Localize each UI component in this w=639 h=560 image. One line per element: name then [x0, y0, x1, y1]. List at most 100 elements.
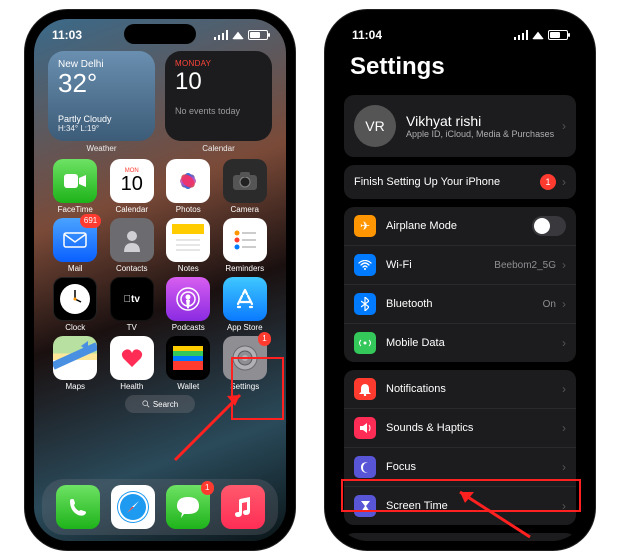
status-time: 11:04: [352, 28, 382, 42]
dock-phone[interactable]: [56, 485, 100, 529]
chevron-right-icon: ›: [562, 258, 566, 272]
app-maps[interactable]: Maps: [48, 336, 103, 391]
dynamic-island: [124, 24, 196, 44]
app-settings[interactable]: 1Settings: [218, 336, 273, 391]
wifi-value: Beebom2_5G: [494, 260, 556, 271]
status-time: 11:03: [52, 28, 82, 42]
profile-row[interactable]: VR Vikhyat rishi Apple ID, iCloud, Media…: [344, 95, 576, 157]
wifi-icon: [232, 31, 244, 39]
messages-badge: 1: [201, 481, 213, 495]
page-title: Settings: [334, 45, 586, 87]
app-appstore[interactable]: App Store: [218, 277, 273, 332]
notes-icon: [166, 218, 210, 262]
mail-badge: 691: [80, 214, 101, 228]
screen-time-icon: [354, 495, 376, 517]
dock: 1: [42, 479, 278, 535]
finish-badge: 1: [540, 174, 556, 190]
settings-badge: 1: [258, 332, 270, 346]
appstore-icon: [223, 277, 267, 321]
search-icon: [142, 400, 150, 408]
app-tv[interactable]: tvTV: [105, 277, 160, 332]
settings-icon: 1: [223, 336, 267, 380]
calendar-date: 10: [175, 68, 262, 96]
row-focus[interactable]: Focus ›: [344, 447, 576, 486]
calendar-widget[interactable]: MONDAY 10 No events today: [165, 51, 272, 141]
wifi-icon: [532, 31, 544, 39]
row-airplane[interactable]: ✈ Airplane Mode: [344, 207, 576, 245]
battery-icon: [548, 30, 568, 40]
podcasts-icon: [166, 277, 210, 321]
chevron-right-icon: ›: [562, 336, 566, 350]
calendar-label: Calendar: [165, 144, 272, 153]
photos-icon: [166, 159, 210, 203]
app-podcasts[interactable]: Podcasts: [161, 277, 216, 332]
app-wallet[interactable]: Wallet: [161, 336, 216, 391]
app-notes[interactable]: Notes: [161, 218, 216, 273]
avatar: VR: [354, 105, 396, 147]
chevron-right-icon: ›: [562, 460, 566, 474]
app-clock[interactable]: Clock: [48, 277, 103, 332]
mail-icon: 691: [53, 218, 97, 262]
dock-music[interactable]: [221, 485, 265, 529]
weather-hilo: H:34° L:19°: [58, 124, 145, 133]
contacts-icon: [110, 218, 154, 262]
tv-icon: tv: [110, 277, 154, 321]
wallet-icon: [166, 336, 210, 380]
bluetooth-icon: [354, 293, 376, 315]
calendar-icon: MON10: [110, 159, 154, 203]
chevron-right-icon: ›: [562, 119, 566, 133]
app-camera[interactable]: Camera: [218, 159, 273, 214]
weather-label: Weather: [48, 144, 155, 153]
search-pill[interactable]: Search: [125, 395, 195, 413]
profile-name: Vikhyat rishi: [406, 113, 562, 129]
dock-messages[interactable]: 1: [166, 485, 210, 529]
profile-sub: Apple ID, iCloud, Media & Purchases: [406, 129, 562, 139]
dock-safari[interactable]: [111, 485, 155, 529]
chevron-right-icon: ›: [562, 175, 566, 189]
clock-icon: [53, 277, 97, 321]
health-icon: [110, 336, 154, 380]
airplane-icon: ✈: [354, 215, 376, 237]
row-notifications[interactable]: Notifications ›: [344, 370, 576, 408]
chevron-right-icon: ›: [562, 499, 566, 513]
camera-icon: [223, 159, 267, 203]
row-screen-time[interactable]: Screen Time ›: [344, 486, 576, 525]
app-health[interactable]: Health: [105, 336, 160, 391]
wifi-icon: [354, 254, 376, 276]
weather-temp: 32°: [58, 70, 145, 96]
calendar-events: No events today: [175, 106, 262, 116]
app-facetime[interactable]: FaceTime: [48, 159, 103, 214]
calendar-day: MONDAY: [175, 59, 262, 68]
chevron-right-icon: ›: [562, 297, 566, 311]
app-contacts[interactable]: Contacts: [105, 218, 160, 273]
signal-icon: [214, 30, 228, 40]
chevron-right-icon: ›: [562, 382, 566, 396]
app-reminders[interactable]: Reminders: [218, 218, 273, 273]
row-finish-setup[interactable]: Finish Setting Up Your iPhone 1 ›: [344, 165, 576, 199]
signal-icon: [514, 30, 528, 40]
battery-icon: [248, 30, 268, 40]
iphone-home: 11:03 New Delhi 32° Partly Cloudy H:34° …: [25, 10, 295, 550]
iphone-settings: 11:04 Settings VR Vikhyat rishi Apple ID…: [325, 10, 595, 550]
row-general[interactable]: General ›: [344, 533, 576, 541]
facetime-icon: [53, 159, 97, 203]
mobile-data-icon: [354, 332, 376, 354]
bluetooth-value: On: [543, 299, 556, 310]
sounds-icon: [354, 417, 376, 439]
maps-icon: [53, 336, 97, 380]
app-mail[interactable]: 691Mail: [48, 218, 103, 273]
app-photos[interactable]: Photos: [161, 159, 216, 214]
weather-condition: Partly Cloudy: [58, 114, 145, 124]
app-calendar[interactable]: MON10Calendar: [105, 159, 160, 214]
airplane-toggle[interactable]: [532, 216, 566, 236]
reminders-icon: [223, 218, 267, 262]
focus-icon: [354, 456, 376, 478]
row-bluetooth[interactable]: Bluetooth On ›: [344, 284, 576, 323]
weather-widget[interactable]: New Delhi 32° Partly Cloudy H:34° L:19°: [48, 51, 155, 141]
dynamic-island: [424, 24, 496, 44]
row-mobile-data[interactable]: Mobile Data ›: [344, 323, 576, 362]
notifications-icon: [354, 378, 376, 400]
row-sounds[interactable]: Sounds & Haptics ›: [344, 408, 576, 447]
chevron-right-icon: ›: [562, 421, 566, 435]
row-wifi[interactable]: Wi-Fi Beebom2_5G ›: [344, 245, 576, 284]
